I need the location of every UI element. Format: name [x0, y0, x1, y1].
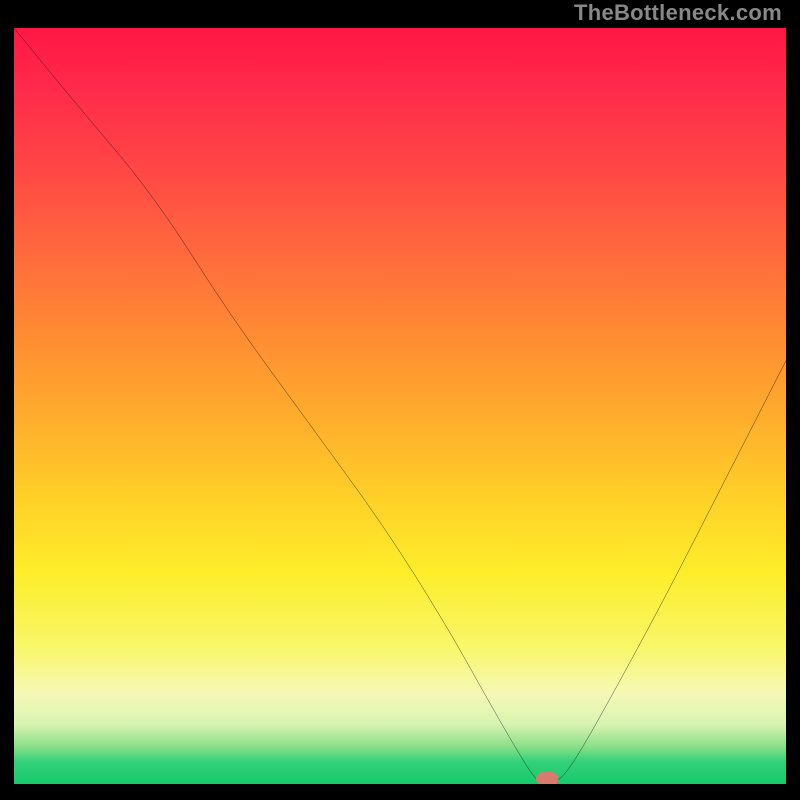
- chart-frame: TheBottleneck.com: [0, 0, 800, 800]
- watermark-text: TheBottleneck.com: [574, 0, 782, 26]
- bottleneck-curve: [14, 28, 786, 784]
- optimum-marker: [536, 772, 558, 784]
- plot-area: [14, 28, 786, 784]
- curve-path: [14, 28, 786, 784]
